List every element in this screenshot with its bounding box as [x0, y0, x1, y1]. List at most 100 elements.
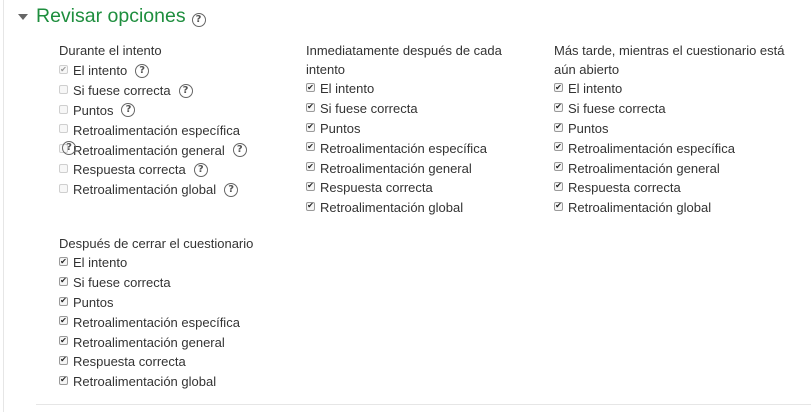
checkbox-retro-global[interactable]: ✔ — [554, 201, 563, 211]
option-si-fuese-correcta: ✔ Si fuese correcta — [306, 99, 502, 119]
option-label: El intento — [568, 81, 623, 97]
checkbox-retro-especifica[interactable]: ✔ — [59, 316, 68, 326]
option-label: El intento — [73, 255, 128, 271]
checkbox-retro-general[interactable]: ✔ — [306, 162, 315, 172]
option-label: Respuesta correcta — [73, 354, 186, 370]
option-si-fuese-correcta: Si fuese correcta ? — [59, 81, 247, 101]
checkbox-puntos[interactable]: ✔ — [306, 122, 315, 132]
checkbox-respuesta-correcta[interactable]: ✔ — [554, 181, 563, 191]
group-immediately-after: Inmediatamente después de cada intento ✔… — [306, 41, 502, 218]
checkbox-puntos — [59, 104, 68, 114]
group-title-line2: aún abierto — [554, 62, 620, 77]
group-title-line2: intento — [306, 62, 346, 77]
option-retro-general: ✔ Retroalimentación general — [59, 332, 253, 352]
checkbox-retro-especifica — [59, 124, 68, 134]
option-retro-global: ✔ Retroalimentación global — [554, 198, 785, 218]
checkbox-respuesta-correcta — [59, 163, 68, 173]
caret-down-icon — [18, 13, 28, 20]
option-el-intento: ✔ El intento ? — [59, 61, 247, 81]
group-title-line1: Inmediatamente después de cada — [306, 43, 502, 58]
option-label: Retroalimentación general — [568, 160, 720, 176]
group-later-while-open: Más tarde, mientras el cuestionario está… — [554, 41, 785, 218]
option-puntos: ✔ Puntos — [59, 293, 253, 313]
option-retro-especifica: ✔ Retroalimentación específica — [554, 138, 785, 158]
option-label: Retroalimentación específica — [73, 122, 240, 138]
option-label: Si fuese correcta — [73, 275, 171, 291]
question-circle-icon[interactable]: ? — [178, 83, 193, 98]
question-circle-icon[interactable]: ? — [224, 182, 239, 197]
checkbox-respuesta-correcta[interactable]: ✔ — [59, 355, 68, 365]
question-circle-icon[interactable]: ? — [193, 162, 208, 177]
checkbox-si-fuese-correcta[interactable]: ✔ — [554, 102, 563, 112]
section-divider — [36, 404, 811, 405]
section-toggle[interactable]: Revisar opciones ? — [18, 3, 206, 29]
option-label: Puntos — [320, 120, 361, 136]
checkbox-el-intento[interactable]: ✔ — [59, 257, 68, 266]
checkbox-retro-general[interactable]: ✔ — [59, 336, 68, 346]
option-retro-especifica: Retroalimentación específica — [59, 120, 247, 140]
option-label: Retroalimentación específica — [568, 140, 735, 156]
option-retro-global: Retroalimentación global ? — [59, 180, 247, 200]
checkbox-si-fuese-correcta[interactable]: ✔ — [59, 276, 68, 286]
option-retro-especifica: ✔ Retroalimentación específica — [59, 312, 253, 332]
checkbox-retro-especifica[interactable]: ✔ — [306, 142, 315, 152]
option-respuesta-correcta: ✔ Respuesta correcta — [59, 352, 253, 372]
option-label: Retroalimentación global — [73, 182, 217, 198]
section-title: Revisar opciones — [36, 4, 186, 27]
option-retro-global: ✔ Retroalimentación global — [306, 198, 502, 218]
option-puntos: Puntos ? — [59, 101, 247, 121]
question-circle-icon[interactable]: ? — [121, 103, 136, 118]
option-label: Si fuese correcta — [568, 101, 666, 117]
option-label: Retroalimentación global — [73, 374, 217, 390]
question-circle-icon[interactable]: ? — [135, 63, 150, 78]
option-label: Puntos — [568, 120, 609, 136]
checkbox-el-intento[interactable]: ✔ — [554, 83, 563, 92]
option-respuesta-correcta: ✔ Respuesta correcta — [306, 178, 502, 198]
question-circle-icon[interactable]: ? — [191, 12, 206, 27]
option-el-intento: ✔ El intento — [554, 79, 785, 99]
checkbox-retro-general[interactable]: ✔ — [554, 162, 563, 172]
group-title: Después de cerrar el cuestionario — [59, 236, 254, 251]
checkbox-el-intento[interactable]: ✔ — [306, 83, 315, 92]
option-retro-especifica: ✔ Retroalimentación específica — [306, 138, 502, 158]
option-respuesta-correcta: Respuesta correcta ? — [59, 160, 247, 180]
option-label: Retroalimentación específica — [320, 140, 487, 156]
option-retro-general: ✔ Retroalimentación general — [306, 158, 502, 178]
checkbox-puntos[interactable]: ✔ — [59, 296, 68, 306]
option-si-fuese-correcta: ✔ Si fuese correcta — [59, 273, 253, 293]
checkbox-respuesta-correcta[interactable]: ✔ — [306, 181, 315, 191]
option-retro-general: ✔ Retroalimentación general — [554, 158, 785, 178]
group-title: Durante el intento — [59, 43, 162, 58]
option-label: Retroalimentación general — [73, 334, 225, 350]
option-label: Respuesta correcta — [73, 162, 186, 178]
checkbox-retro-especifica[interactable]: ✔ — [554, 142, 563, 152]
question-circle-icon[interactable]: ? — [232, 143, 247, 158]
option-label: Retroalimentación global — [320, 200, 464, 216]
option-label: Puntos — [73, 294, 114, 310]
option-si-fuese-correcta: ✔ Si fuese correcta — [554, 99, 785, 119]
group-title-line1: Más tarde, mientras el cuestionario está — [554, 43, 785, 58]
checkbox-si-fuese-correcta[interactable]: ✔ — [306, 102, 315, 112]
option-puntos: ✔ Puntos — [306, 119, 502, 139]
option-label: Retroalimentación general — [73, 142, 225, 158]
option-label: Si fuese correcta — [73, 83, 171, 99]
option-label: Retroalimentación específica — [73, 314, 240, 330]
checkbox-puntos[interactable]: ✔ — [554, 122, 563, 132]
checkbox-retro-global[interactable]: ✔ — [306, 201, 315, 211]
option-label: Retroalimentación general — [320, 160, 472, 176]
option-label: Retroalimentación global — [568, 200, 712, 216]
option-label: El intento — [320, 81, 375, 97]
option-label: Si fuese correcta — [320, 101, 418, 117]
option-retro-global: ✔ Retroalimentación global — [59, 372, 253, 392]
option-label: Puntos — [73, 102, 114, 118]
checkbox-si-fuese-correcta — [59, 84, 68, 94]
option-label: Respuesta correcta — [568, 180, 681, 196]
checkbox-retro-global[interactable]: ✔ — [59, 375, 68, 385]
option-el-intento: ✔ El intento — [59, 253, 253, 273]
option-label: El intento — [73, 63, 128, 79]
option-retro-general: ? Retroalimentación general ? — [59, 140, 247, 160]
checkbox-retro-global — [59, 183, 68, 193]
option-respuesta-correcta: ✔ Respuesta correcta — [554, 178, 785, 198]
option-label: Respuesta correcta — [320, 180, 433, 196]
fieldset-left-border — [3, 0, 4, 412]
